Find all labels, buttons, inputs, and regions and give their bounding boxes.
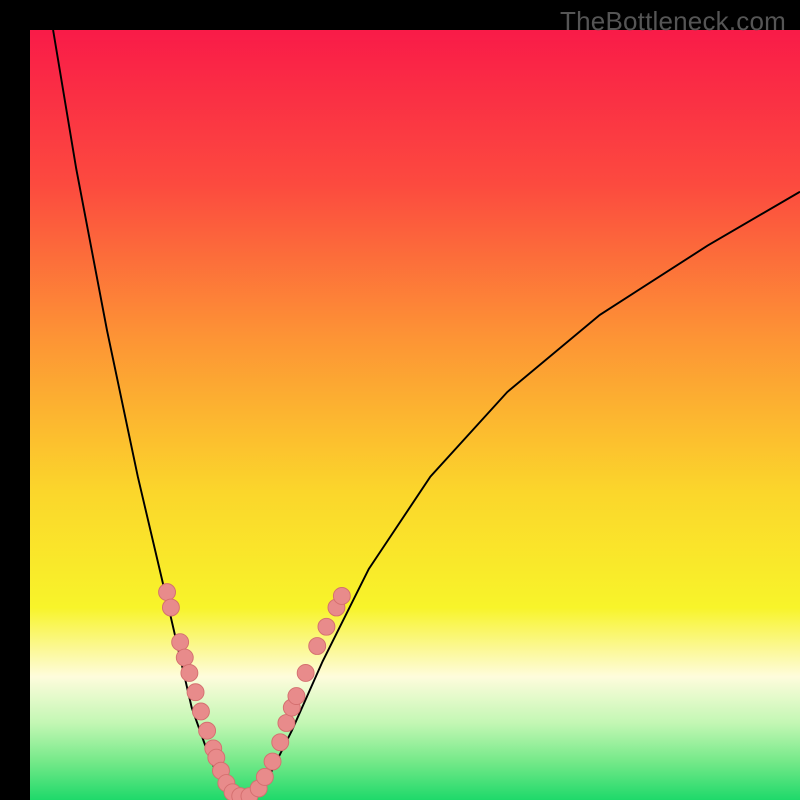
dots-layer xyxy=(30,30,800,800)
highlight-dot xyxy=(264,753,281,770)
highlight-dot xyxy=(159,584,176,601)
highlight-dot xyxy=(172,634,189,651)
highlight-dot xyxy=(192,703,209,720)
highlight-dot xyxy=(288,688,305,705)
highlight-dot xyxy=(181,664,198,681)
highlight-dot xyxy=(199,722,216,739)
highlight-dot xyxy=(256,768,273,785)
chart-stage: TheBottleneck.com xyxy=(0,0,800,800)
highlight-dot xyxy=(278,715,295,732)
highlight-dot xyxy=(309,638,326,655)
highlight-dot xyxy=(162,599,179,616)
highlight-dot xyxy=(333,587,350,604)
watermark-text: TheBottleneck.com xyxy=(560,6,786,37)
highlight-dot xyxy=(318,618,335,635)
highlight-dot xyxy=(272,734,289,751)
highlight-dot xyxy=(187,684,204,701)
highlight-dot xyxy=(297,664,314,681)
plot-area xyxy=(30,30,800,800)
highlight-dot xyxy=(176,649,193,666)
